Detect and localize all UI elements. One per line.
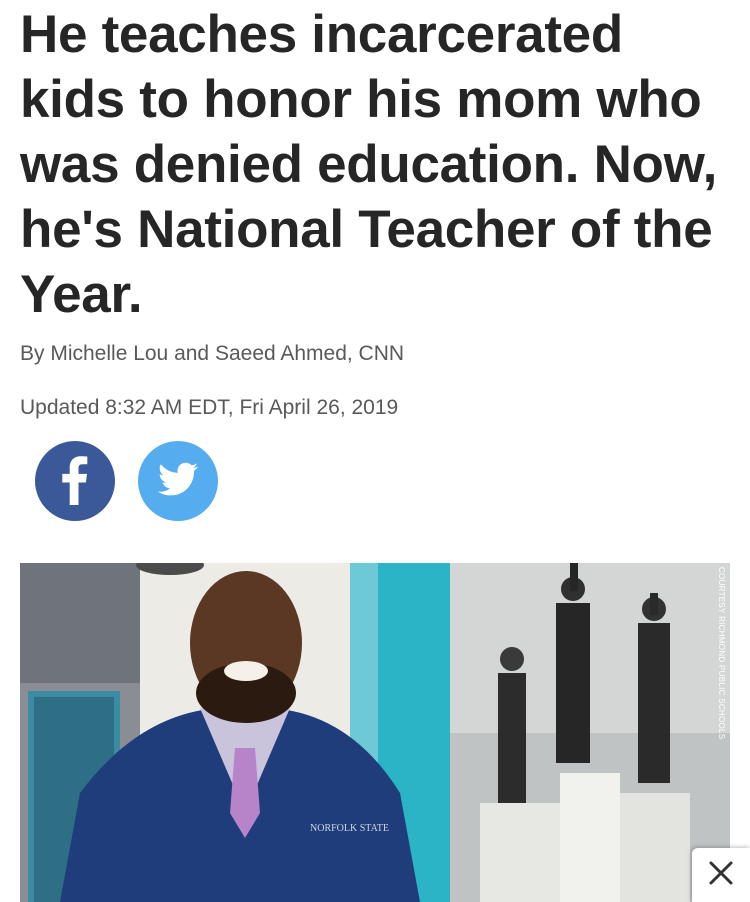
close-icon (708, 860, 734, 891)
twitter-icon (138, 439, 218, 524)
facebook-icon (35, 439, 115, 524)
sweater-logo: NORFOLK STATE (310, 823, 389, 834)
share-buttons (35, 441, 218, 521)
article-byline: By Michelle Lou and Saeed Ahmed, CNN (20, 342, 405, 365)
photo-credit: COURTESY RICHMOND PUBLIC SCHOOLS (717, 567, 726, 740)
twitter-share-button[interactable] (138, 441, 218, 521)
hero-photo: NORFOLK STATE (20, 563, 730, 902)
svg-text:NORFOLK STATE: NORFOLK STATE (310, 823, 389, 834)
article-hero-image[interactable]: NORFOLK STATE COURTESY RICHMOND PUBLIC S… (20, 563, 730, 902)
article-headline: He teaches incarcerated kids to honor hi… (20, 5, 718, 324)
article-timestamp: Updated 8:32 AM EDT, Fri April 26, 2019 (20, 396, 399, 419)
facebook-share-button[interactable] (35, 441, 115, 521)
close-overlay-button[interactable] (692, 848, 750, 902)
